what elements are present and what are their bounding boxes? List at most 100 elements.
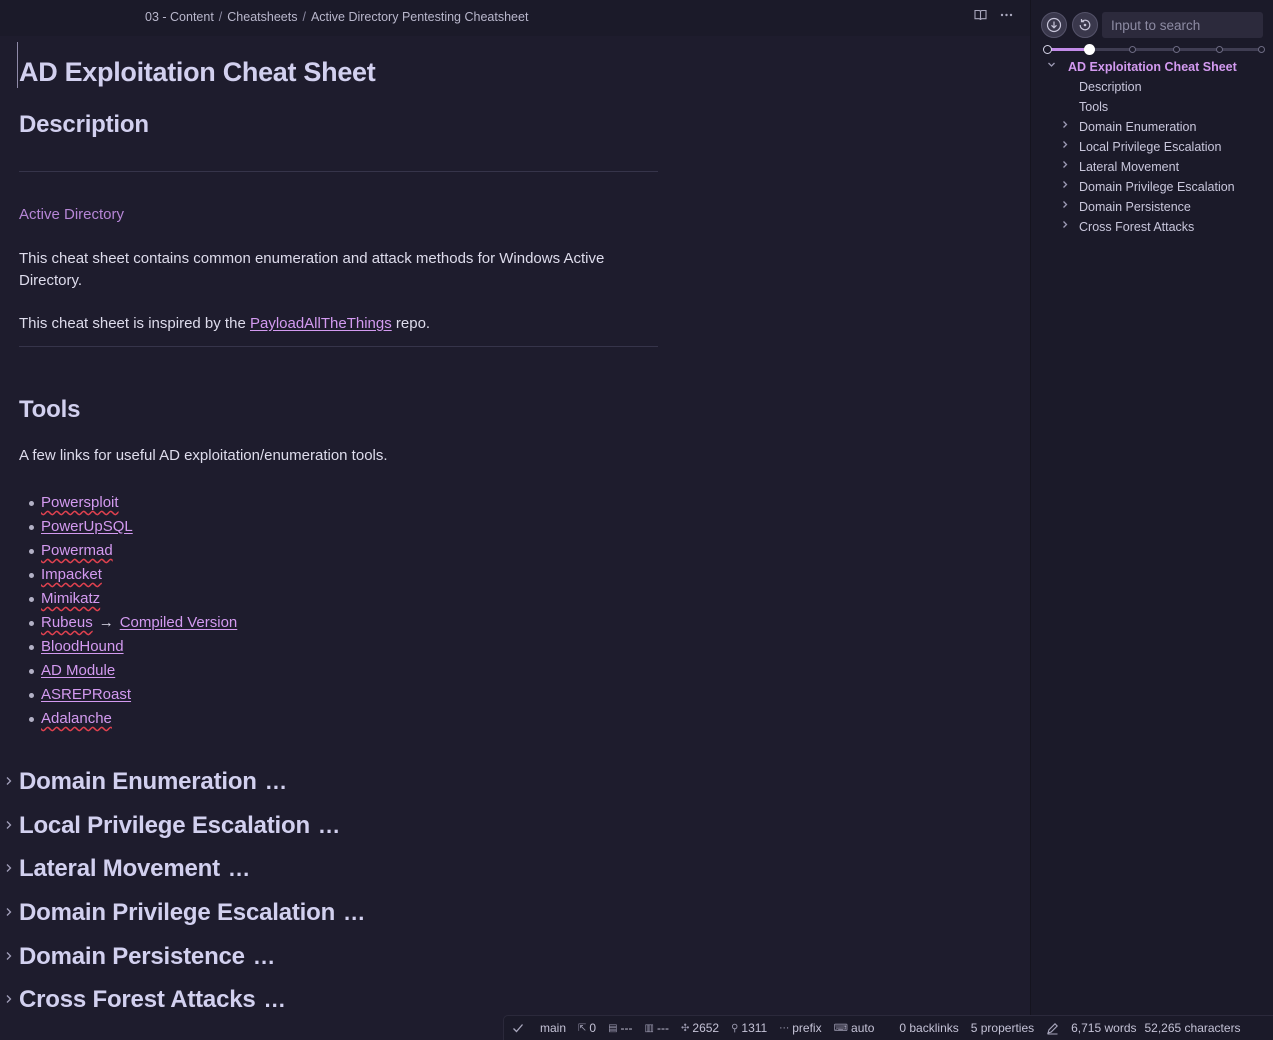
sync-counter[interactable]: ⇱ 0 [578, 1021, 596, 1035]
stats-status[interactable]: ▥ --- [645, 1021, 669, 1035]
bullet-icon [29, 669, 34, 674]
outline-item-root[interactable]: AD Exploitation Cheat Sheet [1031, 57, 1273, 77]
chevron-right-icon[interactable] [5, 775, 13, 789]
outline-item[interactable]: Domain Enumeration [1031, 117, 1273, 137]
fold-ellipsis[interactable]: ... [254, 944, 275, 970]
chevron-right-icon[interactable] [1061, 157, 1069, 177]
outline-sidebar: AD Exploitation Cheat Sheet Description T… [1030, 0, 1273, 1040]
fold-ellipsis[interactable]: ... [344, 900, 365, 926]
chevron-right-icon[interactable] [1061, 137, 1069, 157]
fold-ellipsis[interactable]: ... [265, 987, 286, 1013]
refresh-icon[interactable] [1072, 12, 1098, 38]
chevron-right-icon[interactable] [5, 862, 13, 876]
status-bar: main ⇱ 0 ▤ --- ▥ --- ✣ 2652 ⚲ 1311 ⋯ prefix ⌨ a… [503, 1015, 1273, 1040]
git-branch[interactable]: main [540, 1021, 566, 1035]
stats-info: --- [657, 1021, 669, 1035]
edit-mode[interactable] [1046, 1022, 1059, 1035]
tool-link[interactable]: Powermad [41, 541, 113, 561]
note-title: AD Exploitation Cheat Sheet [19, 57, 376, 87]
payloadallthethings-link[interactable]: PayloadAllTheThings [250, 315, 392, 332]
characters-value: 52,265 characters [1144, 1021, 1241, 1035]
outline-item[interactable]: Cross Forest Attacks [1031, 217, 1273, 237]
breadcrumb-item[interactable]: Cheatsheets [227, 10, 297, 24]
outline-item[interactable]: Domain Persistence [1031, 197, 1273, 217]
description-paragraph: This cheat sheet contains common enumera… [19, 250, 605, 289]
fold-ellipsis[interactable]: ... [229, 856, 250, 882]
properties-status[interactable]: 5 properties [971, 1021, 1034, 1035]
outline-search-input[interactable] [1102, 12, 1263, 38]
slider-tick[interactable] [1129, 46, 1137, 53]
chevron-right-icon[interactable] [1061, 197, 1069, 217]
download-icon[interactable] [1041, 12, 1067, 38]
tool-list-item: ASREPRoast [29, 683, 237, 707]
view-header: 03 - Content / Cheatsheets / Active Director… [0, 0, 1030, 36]
slider-tick[interactable] [1215, 46, 1223, 53]
slider-knob[interactable] [1084, 44, 1096, 55]
word-count: 6,715 words [1071, 1021, 1136, 1035]
slider-tick[interactable] [1172, 46, 1180, 53]
tool-link[interactable]: Impacket [41, 565, 102, 585]
pencil-icon [1047, 1022, 1059, 1035]
keyboard-mode[interactable]: ⌨ auto [834, 1021, 875, 1035]
tool-list-item: Powermad [29, 539, 237, 563]
folded-heading[interactable]: Local Privilege Escalation... [6, 811, 340, 841]
backlinks-status[interactable]: 0 backlinks [899, 1021, 958, 1035]
tool-link[interactable]: Mimikatz [41, 589, 100, 609]
folded-heading[interactable]: Lateral Movement... [6, 854, 250, 884]
chevron-right-icon[interactable] [5, 993, 13, 1007]
commit-status[interactable]: ▤ --- [608, 1021, 632, 1035]
branch-label: main [540, 1021, 567, 1035]
folded-heading[interactable]: Domain Persistence... [6, 942, 275, 972]
outline-item[interactable]: Lateral Movement [1031, 157, 1273, 177]
chevron-right-icon[interactable] [5, 819, 13, 833]
tool-link[interactable]: AD Module [41, 661, 115, 681]
prefix-mode[interactable]: ⋯ prefix [779, 1021, 821, 1035]
outline-item[interactable]: Domain Privilege Escalation [1031, 177, 1273, 197]
heading-tools: Tools [19, 396, 81, 423]
outline-root-label: AD Exploitation Cheat Sheet [1068, 60, 1237, 74]
tool-list-item: BloodHound [29, 635, 237, 659]
links-count[interactable]: ⚲ 1311 [731, 1021, 767, 1035]
fold-ellipsis[interactable]: ... [266, 769, 287, 795]
chevron-right-icon[interactable] [5, 950, 13, 964]
tool-link[interactable]: Powersploit [41, 493, 119, 513]
folded-heading[interactable]: Cross Forest Attacks... [6, 985, 286, 1015]
nodes-count[interactable]: ✣ 2652 [681, 1021, 719, 1035]
tool-link[interactable]: Rubeus [41, 613, 93, 633]
tag-link[interactable]: Active Directory [19, 206, 124, 223]
heading-level-slider[interactable] [1043, 44, 1265, 55]
chevron-right-icon[interactable] [1061, 177, 1069, 197]
character-count: 52,265 characters [1145, 1021, 1241, 1035]
reading-view-icon[interactable] [974, 9, 987, 23]
breadcrumb: 03 - Content / Cheatsheets / Active Director… [145, 10, 528, 24]
prefix-label: prefix [792, 1021, 822, 1035]
breadcrumb-separator: / [302, 10, 306, 24]
slider-start-marker [1043, 45, 1052, 54]
chevron-right-icon[interactable] [5, 906, 13, 920]
outline-item-label: Domain Privilege Escalation [1079, 180, 1235, 194]
tool-link[interactable]: BloodHound [41, 637, 124, 657]
slider-tick[interactable] [1258, 46, 1265, 53]
outline-item-label: Description [1079, 80, 1142, 94]
tool-link[interactable]: ASREPRoast [41, 685, 131, 705]
more-options-icon[interactable] [1000, 9, 1013, 23]
chevron-down-icon[interactable] [1047, 57, 1056, 77]
properties-count: 5 properties [970, 1021, 1035, 1035]
folded-heading[interactable]: Domain Privilege Escalation... [6, 898, 365, 928]
link-icon: ⚲ [731, 1022, 739, 1034]
divider [19, 346, 658, 347]
chevron-right-icon[interactable] [1061, 217, 1069, 237]
folded-heading[interactable]: Domain Enumeration... [6, 767, 287, 797]
tool-link[interactable]: Adalanche [41, 709, 112, 729]
tool-extra-link[interactable]: Compiled Version [120, 613, 238, 633]
tool-link[interactable]: PowerUpSQL [41, 517, 133, 537]
chevron-right-icon[interactable] [1061, 117, 1069, 137]
fold-ellipsis[interactable]: ... [319, 813, 340, 839]
outline-item[interactable]: Description [1031, 77, 1273, 97]
outline-item-label: Domain Persistence [1079, 200, 1191, 214]
breadcrumb-item[interactable]: Active Directory Pentesting Cheatsheet [311, 10, 528, 24]
outline-item[interactable]: Local Privilege Escalation [1031, 137, 1273, 157]
sync-status[interactable] [512, 1023, 524, 1033]
outline-item[interactable]: Tools [1031, 97, 1273, 117]
breadcrumb-item[interactable]: 03 - Content [145, 10, 214, 24]
